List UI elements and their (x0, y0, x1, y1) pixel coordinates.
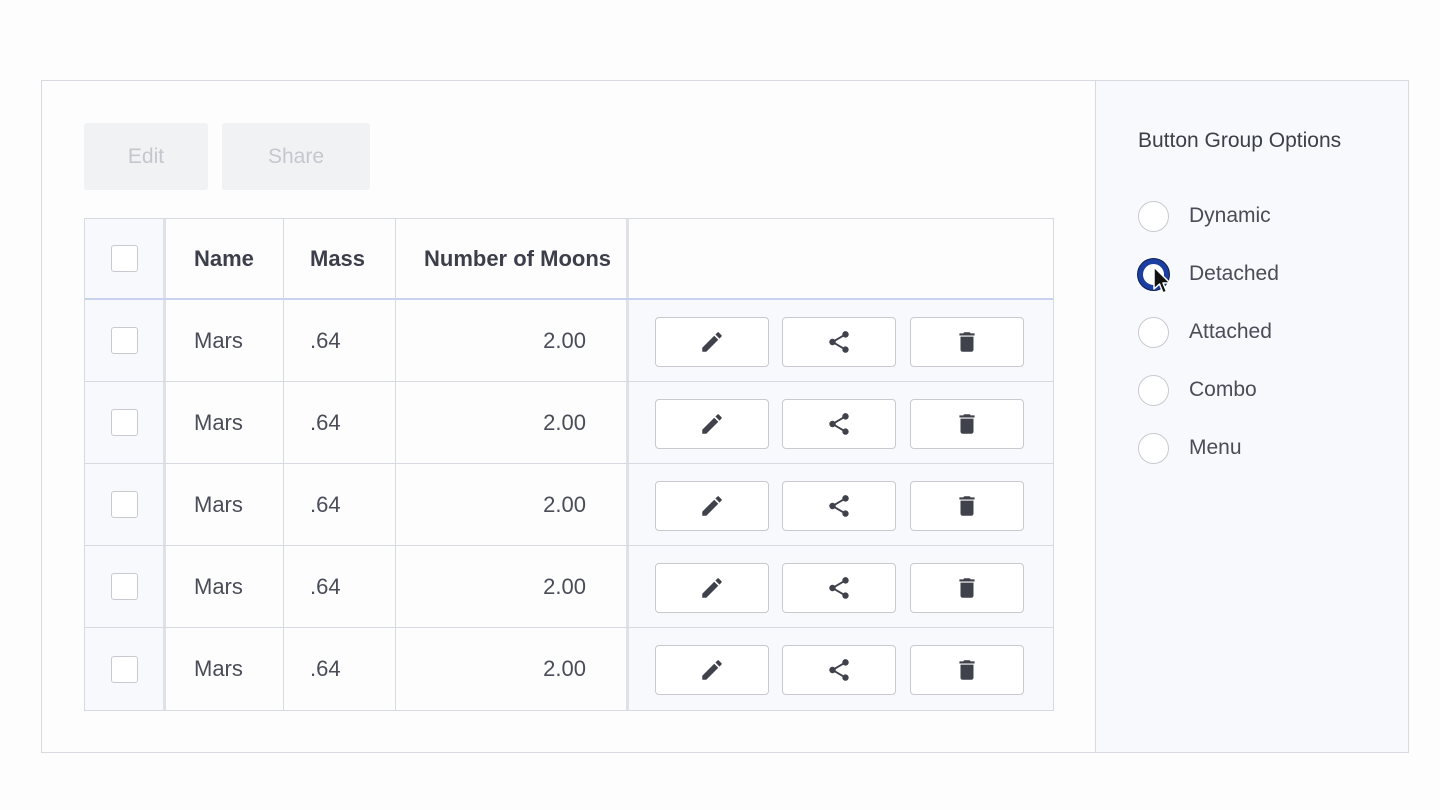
row-check-cell (85, 382, 166, 463)
name-cell: Mars (166, 382, 284, 463)
share-row-button[interactable] (782, 481, 896, 531)
table-row: Mars .64 2.00 (85, 546, 1053, 628)
edit-row-button[interactable] (655, 481, 769, 531)
actions-cell (629, 546, 1053, 627)
actions-cell (629, 628, 1053, 710)
demo-frame: Edit Share Name Mass Number of Moons Mar… (41, 80, 1409, 753)
row-checkbox[interactable] (110, 327, 138, 354)
moons-cell: 2.00 (396, 546, 629, 627)
radio-dynamic[interactable] (1138, 200, 1169, 232)
edit-row-button[interactable] (655, 399, 769, 449)
share-icon (829, 659, 849, 681)
share-row-button[interactable] (782, 317, 896, 367)
column-header-mass[interactable]: Mass (284, 219, 396, 298)
table-row: Mars .64 2.00 (85, 300, 1053, 382)
table-header-row: Name Mass Number of Moons (85, 219, 1053, 300)
edit-row-button[interactable] (655, 563, 769, 613)
moons-cell: 2.00 (396, 382, 629, 463)
pencil-icon (702, 332, 722, 352)
select-all-checkbox[interactable] (110, 245, 138, 272)
pencil-icon (702, 414, 722, 434)
option-menu[interactable]: Menu (1138, 432, 1242, 464)
actions-cell (629, 300, 1053, 381)
share-icon (829, 495, 849, 517)
delete-row-button[interactable] (910, 399, 1024, 449)
name-cell: Mars (166, 628, 284, 710)
actions-cell (629, 382, 1053, 463)
row-checkbox[interactable] (110, 409, 138, 436)
name-cell: Mars (166, 300, 284, 381)
delete-row-button[interactable] (910, 317, 1024, 367)
trash-icon (959, 496, 975, 516)
delete-row-button[interactable] (910, 563, 1024, 613)
pencil-icon (702, 660, 722, 680)
option-label: Dynamic (1189, 204, 1271, 227)
radio-menu[interactable] (1138, 432, 1169, 464)
column-header-actions (629, 219, 1053, 298)
name-cell: Mars (166, 464, 284, 545)
sidebar-title: Button Group Options (1138, 129, 1342, 152)
actions-cell (629, 464, 1053, 545)
option-attached[interactable]: Attached (1138, 316, 1272, 348)
trash-icon (959, 332, 975, 352)
edit-row-button[interactable] (655, 317, 769, 367)
trash-icon (959, 414, 975, 434)
share-row-button[interactable] (782, 399, 896, 449)
share-icon (829, 331, 849, 353)
table-row: Mars .64 2.00 (85, 464, 1053, 546)
row-checkbox[interactable] (110, 655, 138, 683)
share-row-button[interactable] (782, 563, 896, 613)
mass-cell: .64 (284, 464, 396, 545)
mouse-pointer-icon (1153, 266, 1171, 294)
delete-row-button[interactable] (910, 481, 1024, 531)
mass-cell: .64 (284, 546, 396, 627)
mass-cell: .64 (284, 382, 396, 463)
option-label: Menu (1189, 436, 1242, 459)
radio-combo[interactable] (1138, 374, 1169, 406)
share-icon (829, 413, 849, 435)
row-check-cell (85, 464, 166, 545)
row-check-cell (85, 300, 166, 381)
data-table: Name Mass Number of Moons Mars .64 2.00 … (84, 218, 1054, 711)
pencil-icon (702, 578, 722, 598)
table-row: Mars .64 2.00 (85, 628, 1053, 710)
name-value: Mars (194, 573, 243, 599)
share-icon (829, 577, 849, 599)
pencil-icon (702, 496, 722, 516)
name-value: Mars (194, 656, 243, 681)
name-value: Mars (194, 491, 243, 517)
delete-row-button[interactable] (910, 645, 1024, 695)
header-check-cell (85, 219, 166, 298)
table-row: Mars .64 2.00 (85, 382, 1053, 464)
moons-cell: 2.00 (396, 628, 629, 710)
edit-row-button[interactable] (655, 645, 769, 695)
name-cell: Mars (166, 546, 284, 627)
share-row-button[interactable] (782, 645, 896, 695)
row-checkbox[interactable] (110, 491, 138, 518)
option-dynamic[interactable]: Dynamic (1138, 200, 1271, 232)
mass-cell: .64 (284, 628, 396, 710)
name-value: Mars (194, 409, 243, 435)
column-header-name[interactable]: Name (166, 219, 284, 298)
table-panel: Edit Share Name Mass Number of Moons Mar… (42, 81, 1095, 752)
edit-button[interactable]: Edit (84, 123, 208, 190)
option-label: Attached (1189, 320, 1272, 343)
moons-cell: 2.00 (396, 464, 629, 545)
share-button[interactable]: Share (222, 123, 370, 190)
option-label: Combo (1189, 378, 1257, 401)
row-check-cell (85, 546, 166, 627)
option-combo[interactable]: Combo (1138, 374, 1257, 406)
radio-attached[interactable] (1138, 316, 1169, 348)
moons-cell: 2.00 (396, 300, 629, 381)
name-value: Mars (194, 327, 243, 353)
mass-cell: .64 (284, 300, 396, 381)
options-sidebar: Button Group Options Dynamic Detached At… (1095, 81, 1408, 752)
trash-icon (959, 660, 975, 680)
row-checkbox[interactable] (110, 573, 138, 600)
trash-icon (959, 578, 975, 598)
option-label: Detached (1189, 262, 1279, 285)
column-header-moons[interactable]: Number of Moons (396, 219, 629, 298)
row-check-cell (85, 628, 166, 710)
